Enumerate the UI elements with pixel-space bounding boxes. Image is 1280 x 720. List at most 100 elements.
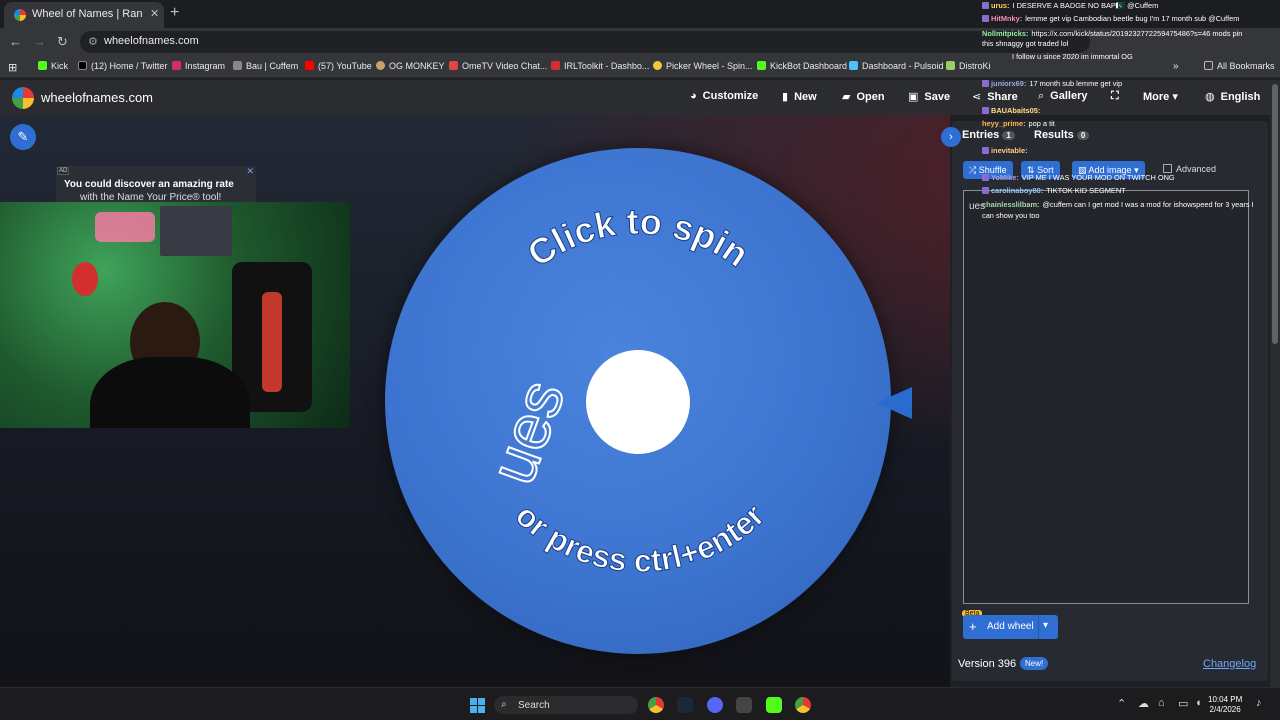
palette-icon: ◕ (690, 90, 697, 102)
open-button[interactable]: ▰ Open (842, 90, 885, 103)
chat-message: juniorx69: 17 month sub lemme get vip (982, 78, 1278, 89)
reload-icon[interactable]: ↻ (57, 34, 68, 50)
bookmark-instagram[interactable]: Instagram (172, 61, 225, 71)
changelog-link[interactable]: Changelog (1203, 658, 1256, 670)
instagram-icon (172, 61, 181, 70)
chrome-icon[interactable] (648, 697, 664, 713)
browser-tab[interactable]: Wheel of Names | Random nam ✕ (4, 2, 164, 28)
badge-icon (982, 107, 989, 114)
badge-icon (982, 15, 989, 22)
system-clock[interactable]: 10:04 PM 2/4/2026 (1208, 695, 1242, 715)
bookmark-twitter[interactable]: (12) Home / Twitter (78, 61, 167, 71)
volume-icon[interactable]: ◖ (1195, 697, 1202, 709)
apps-icon[interactable]: ⊞ (8, 61, 17, 74)
monkey-icon (376, 61, 385, 70)
chevron-down-icon[interactable]: ▾ (1043, 620, 1048, 631)
site-brand[interactable]: wheelofnames.com (41, 90, 153, 105)
kickbot-icon (757, 61, 766, 70)
badge-icon (982, 187, 989, 194)
bookmark-pulsoid[interactable]: Dashboard - Pulsoid (849, 61, 944, 71)
chat-message: BAUAbaits05: (982, 105, 1278, 116)
chat-message: urus: I DESERVE A BADGE NO BAP🇵🇰 @Cuffem (982, 0, 1278, 11)
version-label: Version 396 (958, 658, 1017, 670)
add-wheel-button[interactable]: + Add wheel ▾ (963, 615, 1058, 639)
forward-icon[interactable]: → (33, 34, 46, 49)
badge-icon (982, 174, 989, 181)
tv-screen (160, 206, 232, 256)
new-tab-icon[interactable]: + (170, 4, 179, 22)
close-tab-icon[interactable]: ✕ (150, 7, 159, 20)
chat-message: can show you too (982, 211, 1040, 220)
search-icon: ⌕ (501, 699, 507, 710)
kick-app-icon[interactable] (766, 697, 782, 713)
svg-text:Click to spin: Click to spin (520, 201, 756, 275)
plus-icon: + (969, 619, 977, 634)
back-icon[interactable]: ← (9, 34, 22, 49)
bookmark-irltoolkit[interactable]: IRLToolkit - Dashbo... (551, 61, 649, 71)
windows-start-icon[interactable] (470, 698, 485, 713)
notification-bell-icon[interactable]: ♪ (1256, 697, 1262, 709)
svg-text:ues: ues (475, 371, 578, 493)
network-icon[interactable]: ⌂ (1158, 697, 1165, 709)
wheel-logo-icon[interactable] (12, 87, 34, 109)
ad-close-icon[interactable]: ✕ (246, 166, 254, 177)
bookmark-bau-cuffem[interactable]: Bau | Cuffem (233, 61, 298, 71)
chat-message: chainlesslilbam: @cuffem can I get mod I … (982, 200, 1254, 209)
badge-icon (982, 80, 989, 87)
ad-tag: AD (57, 167, 70, 175)
edit-pencil-icon[interactable]: ✎ (10, 124, 36, 150)
url-text: wheelofnames.com (104, 35, 199, 47)
save-icon: ▣ (908, 91, 919, 103)
stream-chat-overlay: urus: I DESERVE A BADGE NO BAP🇵🇰 @Cuffem … (982, 0, 1280, 225)
steam-icon[interactable] (677, 697, 693, 713)
webcam-overlay (0, 202, 350, 428)
onedrive-icon[interactable]: ☁ (1138, 697, 1149, 710)
shuffle-icon: ⤮ (969, 165, 977, 175)
bookmark-kick[interactable]: Kick (38, 61, 68, 71)
tray-chevron-up-icon[interactable]: ⌃ (1117, 697, 1126, 710)
advertisement[interactable]: AD ✕ You could discover an amazing rate … (56, 166, 256, 204)
windows-taskbar: ⌕ Search ⌃ ☁ ⌂ ▭ ◖ 10:04 PM 2/4/2026 ♪ (0, 687, 1280, 720)
share-icon: ⋖ (972, 91, 982, 103)
picker-wheel-icon (653, 61, 662, 70)
wheel-text-layer: Click to spin or press ctrl+enter ues (474, 200, 772, 579)
chrome-active-icon[interactable] (795, 697, 811, 713)
site-info-icon[interactable]: ⚙ (88, 35, 98, 48)
click-to-spin-text: Click to spin (519, 200, 756, 275)
address-bar[interactable]: ⚙ wheelofnames.com (80, 31, 1090, 53)
ometv-icon (449, 61, 458, 70)
bookmark-kickbot[interactable]: KickBot Dashboard (757, 61, 847, 71)
obs-icon[interactable] (736, 697, 752, 713)
bookmark-og-monkey[interactable]: OG MONKEY (376, 61, 445, 71)
wheel-entry-ues: ues (474, 370, 579, 494)
taskbar-search[interactable]: ⌕ Search (494, 696, 638, 714)
irltoolkit-icon (551, 61, 560, 70)
bookmark-ometv[interactable]: OmeTV Video Chat... (449, 61, 547, 71)
badge-icon (982, 2, 989, 9)
chevron-right-icon[interactable]: › (941, 127, 961, 147)
mario-figure (72, 262, 98, 296)
bau-icon (233, 61, 242, 70)
folder-open-icon: ▰ (842, 91, 851, 103)
entries-textarea[interactable] (963, 190, 1249, 604)
svg-text:or press ctrl+enter: or press ctrl+enter (509, 497, 772, 579)
bookmark-picker-wheel[interactable]: Picker Wheel - Spin... (653, 61, 753, 71)
chat-message: I follow u since 2020 im immortal OG (1012, 52, 1133, 61)
neon-sign (95, 212, 155, 242)
distrokid-icon (946, 61, 955, 70)
kick-icon (38, 61, 47, 70)
press-ctrl-enter-text: or press ctrl+enter (508, 496, 772, 579)
person-body (90, 357, 250, 428)
pulsoid-icon (849, 61, 858, 70)
battery-icon[interactable]: ▭ (1178, 697, 1188, 710)
bookmark-youtube[interactable]: (57) YouTube (305, 61, 372, 71)
file-icon: ▮ (782, 91, 789, 103)
discord-icon[interactable] (707, 697, 723, 713)
chat-message: this shnaggy got traded lol (982, 39, 1069, 48)
customize-button[interactable]: ◕ Customize (690, 90, 758, 102)
badge-icon (982, 147, 989, 154)
save-button[interactable]: ▣ Save (908, 90, 950, 103)
new-button[interactable]: ▮ New (782, 90, 817, 103)
x-icon (78, 61, 87, 70)
new-badge: New! (1020, 657, 1049, 670)
